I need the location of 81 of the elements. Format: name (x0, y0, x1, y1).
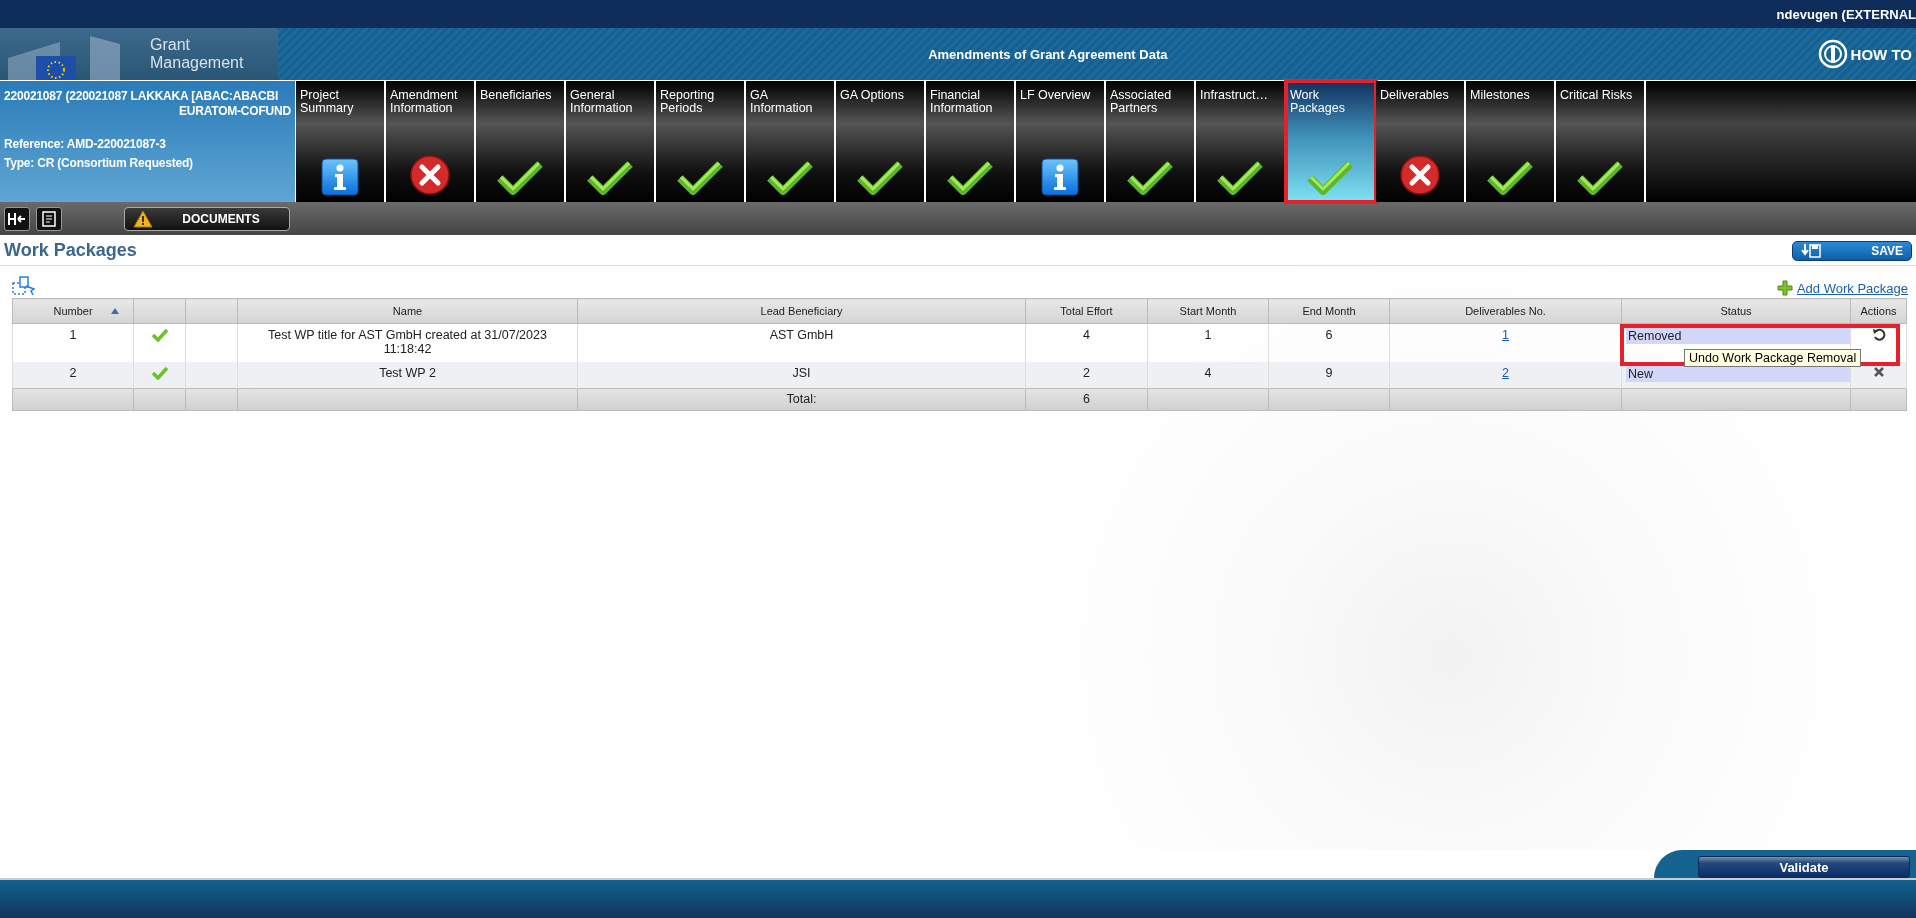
error-icon (1399, 154, 1441, 196)
project-type: Type: CR (Consortium Requested) (4, 156, 194, 171)
user-name: ndevugen (EXTERNAL (1776, 6, 1916, 22)
table-cell: 1 (1147, 323, 1269, 362)
check-icon (1217, 160, 1263, 196)
document-button[interactable] (36, 206, 62, 231)
logo-text: Grant (150, 36, 191, 54)
step-tab[interactable]: GA Options (836, 81, 926, 202)
table-cell: JSI (577, 361, 1026, 389)
page-title: Amendments of Grant Agreement Data (927, 46, 1169, 62)
help-logo-icon (1817, 39, 1848, 69)
step-tab[interactable]: Deliverables (1376, 81, 1466, 202)
step-tab[interactable]: Infrastruct… (1196, 81, 1286, 202)
validate-button[interactable]: Validate (1698, 856, 1910, 878)
table-cell: 2 (1025, 361, 1148, 389)
table-cell: 1 (12, 323, 134, 362)
info-icon (321, 158, 359, 196)
table-cell: 6 (1268, 323, 1390, 362)
check-icon (767, 160, 813, 196)
project-id: 220021087 (220021087 LAKKAKA [ABAC:ABACBI (4, 89, 280, 104)
check-icon (1127, 160, 1173, 196)
how-to-button[interactable]: HOW TO (1817, 39, 1916, 69)
check-icon (677, 160, 723, 196)
table-cell: Test WP 2 (237, 361, 578, 389)
save-button[interactable]: SAVE (1792, 240, 1912, 261)
check-icon (1577, 160, 1623, 196)
table-cell: Test WP title for AST GmbH created at 31/07/2023 11:18:42 (237, 323, 578, 362)
undo-icon[interactable] (1871, 328, 1886, 342)
deliverables-link[interactable]: 2 (1502, 365, 1509, 380)
documents-button[interactable]: DOCUMENTS (124, 206, 290, 231)
step-tab[interactable]: Reporting Periods (656, 81, 746, 202)
column-header[interactable]: Deliverables No. (1390, 299, 1621, 323)
column-header[interactable]: Total Effort (1026, 299, 1147, 323)
total-label: Total: (577, 388, 1026, 411)
column-header[interactable]: Number (13, 299, 133, 323)
step-tab[interactable]: Project Summary (296, 81, 386, 202)
project-reference: Reference: AMD-220021087-3 (4, 137, 167, 152)
error-icon (409, 154, 451, 196)
step-tab[interactable]: Amendment Information (386, 81, 476, 202)
logo-text: Management (150, 54, 244, 72)
table-cell: AST GmbH (577, 323, 1026, 362)
step-tab[interactable]: Milestones (1466, 81, 1556, 202)
check-icon (1307, 160, 1353, 196)
save-icon (1801, 242, 1821, 259)
column-header[interactable]: Lead Beneficiary (578, 299, 1025, 323)
check-icon (1487, 160, 1533, 196)
step-tab[interactable]: Critical Risks (1556, 81, 1646, 202)
status-field[interactable]: Removed (1626, 328, 1850, 344)
column-header[interactable]: End Month (1269, 299, 1389, 323)
select-icon[interactable] (12, 276, 36, 296)
step-tab[interactable]: GA Information (746, 81, 836, 202)
total-value: 6 (1025, 388, 1148, 411)
table-cell: 4 (1025, 323, 1148, 362)
step-tab[interactable]: Work Packages (1286, 81, 1376, 202)
table-cell: 4 (1147, 361, 1269, 389)
tooltip: Undo Work Package Removal (1684, 349, 1862, 367)
step-tab[interactable]: Financial Information (926, 81, 1016, 202)
section-title: Work Packages (4, 240, 137, 261)
plus-icon (1776, 280, 1793, 296)
column-header[interactable]: Start Month (1148, 299, 1268, 323)
info-icon (1041, 158, 1079, 196)
column-header[interactable]: Name (238, 299, 577, 323)
check-icon (947, 160, 993, 196)
step-tab[interactable]: LF Overview (1016, 81, 1106, 202)
deliverables-link[interactable]: 1 (1502, 328, 1509, 342)
add-work-package-link[interactable]: Add Work Package (1776, 280, 1908, 296)
check-icon (857, 160, 903, 196)
table-cell: 2 (12, 361, 134, 389)
step-tab[interactable]: Beneficiaries (476, 81, 566, 202)
check-icon (497, 160, 543, 196)
step-tab[interactable]: General Information (566, 81, 656, 202)
table-cell: 9 (1268, 361, 1390, 389)
document-icon (42, 210, 56, 227)
column-header[interactable]: Status (1622, 299, 1850, 323)
step-tab[interactable]: Associated Partners (1106, 81, 1196, 202)
remove-icon[interactable] (1872, 365, 1885, 378)
collapse-button[interactable] (4, 206, 30, 231)
collapse-icon (8, 211, 26, 226)
project-programme: EURATOM-COFUND (178, 104, 291, 119)
check-icon (587, 160, 633, 196)
column-header[interactable]: Actions (1851, 299, 1906, 323)
